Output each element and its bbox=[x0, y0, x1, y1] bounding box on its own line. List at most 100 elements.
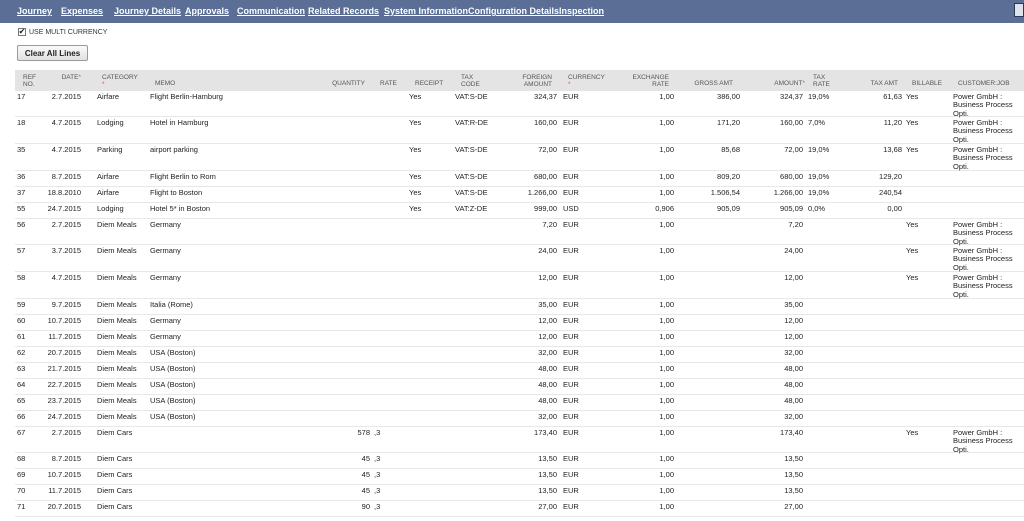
cell-currency[interactable]: EUR bbox=[563, 273, 593, 282]
col-header-amount[interactable]: AMOUNT* bbox=[755, 80, 805, 87]
cell-date[interactable]: 23.7.2015 bbox=[43, 396, 81, 405]
cell-amount[interactable]: 12,00 bbox=[750, 273, 803, 282]
cell-exchange-rate[interactable]: 1,00 bbox=[627, 172, 674, 181]
table-row[interactable]: 68 8.7.2015 Diem Cars 45 ,3 13,50 EUR 1,00 13,50 bbox=[15, 453, 1024, 469]
cell-currency[interactable]: EUR bbox=[563, 220, 593, 229]
cell-date[interactable]: 2.7.2015 bbox=[43, 220, 81, 229]
cell-foreign-amount[interactable]: 13,50 bbox=[515, 470, 557, 479]
cell-gross-amt[interactable]: 905,09 bbox=[685, 204, 740, 213]
col-header-quantity[interactable]: QUANTITY bbox=[320, 80, 365, 87]
cell-tax-code[interactable]: VAT:S-DE bbox=[455, 188, 515, 197]
cell-currency[interactable]: EUR bbox=[563, 172, 593, 181]
cell-currency[interactable]: EUR bbox=[563, 486, 593, 495]
cell-foreign-amount[interactable]: 24,00 bbox=[515, 246, 557, 255]
cell-foreign-amount[interactable]: 1.266,00 bbox=[515, 188, 557, 197]
cell-ref[interactable]: 60 bbox=[17, 316, 37, 325]
cell-tax-amt[interactable]: 13,68 bbox=[855, 145, 902, 154]
cell-category[interactable]: Diem Cars bbox=[97, 428, 149, 437]
cell-tax-rate[interactable]: 0,0% bbox=[808, 204, 848, 213]
tab-inspection[interactable]: Inspection bbox=[559, 6, 604, 16]
cell-exchange-rate[interactable]: 0,906 bbox=[627, 204, 674, 213]
cell-ref[interactable]: 64 bbox=[17, 380, 37, 389]
cell-date[interactable]: 3.7.2015 bbox=[43, 246, 81, 255]
cell-memo[interactable]: USA (Boston) bbox=[150, 412, 310, 421]
cell-exchange-rate[interactable]: 1,00 bbox=[627, 118, 674, 127]
cell-ref[interactable]: 71 bbox=[17, 502, 37, 511]
cell-date[interactable]: 4.7.2015 bbox=[43, 145, 81, 154]
col-header-rate[interactable]: RATE bbox=[380, 80, 397, 87]
cell-tax-amt[interactable]: 11,20 bbox=[855, 118, 902, 127]
cell-date[interactable]: 24.7.2015 bbox=[43, 412, 81, 421]
cell-tax-amt[interactable]: 240,54 bbox=[855, 188, 902, 197]
cell-currency[interactable]: USD bbox=[563, 204, 593, 213]
cell-memo[interactable]: USA (Boston) bbox=[150, 364, 310, 373]
cell-foreign-amount[interactable]: 32,00 bbox=[515, 348, 557, 357]
cell-quantity[interactable]: 45 bbox=[335, 470, 370, 479]
cell-tax-rate[interactable]: 7,0% bbox=[808, 118, 848, 127]
tab-journey[interactable]: Journey bbox=[17, 6, 52, 16]
table-row[interactable]: 57 3.7.2015 Diem Meals Germany 24,00 EUR 1,00 2… bbox=[15, 245, 1024, 272]
cell-category[interactable]: Airfare bbox=[97, 172, 149, 181]
multi-currency-checkbox[interactable]: ✔ bbox=[18, 28, 26, 36]
cell-ref[interactable]: 68 bbox=[17, 454, 37, 463]
cell-foreign-amount[interactable]: 324,37 bbox=[515, 92, 557, 101]
cell-rate[interactable]: ,3 bbox=[374, 454, 394, 463]
cell-date[interactable]: 10.7.2015 bbox=[43, 470, 81, 479]
cell-amount[interactable]: 48,00 bbox=[750, 364, 803, 373]
cell-exchange-rate[interactable]: 1,00 bbox=[627, 188, 674, 197]
cell-date[interactable]: 8.7.2015 bbox=[43, 454, 81, 463]
cell-tax-amt[interactable]: 129,20 bbox=[855, 172, 902, 181]
cell-amount[interactable]: 12,00 bbox=[750, 332, 803, 341]
cell-category[interactable]: Diem Meals bbox=[97, 412, 149, 421]
cell-billable[interactable]: Yes bbox=[906, 118, 936, 127]
cell-billable[interactable]: Yes bbox=[906, 428, 936, 437]
cell-exchange-rate[interactable]: 1,00 bbox=[627, 502, 674, 511]
cell-amount[interactable]: 48,00 bbox=[750, 396, 803, 405]
table-row[interactable]: 67 2.7.2015 Diem Cars 578 ,3 173,40 EUR 1,00 173… bbox=[15, 427, 1024, 453]
cell-date[interactable]: 11.7.2015 bbox=[43, 332, 81, 341]
cell-date[interactable]: 20.7.2015 bbox=[43, 348, 81, 357]
col-header-customer-job[interactable]: CUSTOMER:JOB bbox=[958, 80, 1010, 87]
tab-related-records[interactable]: Related Records bbox=[308, 6, 379, 16]
cell-foreign-amount[interactable]: 12,00 bbox=[515, 273, 557, 282]
cell-category[interactable]: Diem Cars bbox=[97, 486, 149, 495]
cell-memo[interactable]: Germany bbox=[150, 220, 310, 229]
cell-quantity[interactable]: 45 bbox=[335, 486, 370, 495]
cell-ref[interactable]: 70 bbox=[17, 486, 37, 495]
cell-exchange-rate[interactable]: 1,00 bbox=[627, 412, 674, 421]
cell-exchange-rate[interactable]: 1,00 bbox=[627, 380, 674, 389]
cell-ref[interactable]: 66 bbox=[17, 412, 37, 421]
cell-amount[interactable]: 27,00 bbox=[750, 502, 803, 511]
cell-foreign-amount[interactable]: 48,00 bbox=[515, 380, 557, 389]
cell-amount[interactable]: 13,50 bbox=[750, 470, 803, 479]
col-header-tax-rate[interactable]: TAX RATE bbox=[813, 74, 839, 88]
clear-all-lines-button[interactable]: Clear All Lines bbox=[17, 45, 88, 61]
col-header-foreign-amount[interactable]: FOREIGN AMOUNT bbox=[512, 74, 552, 88]
cell-exchange-rate[interactable]: 1,00 bbox=[627, 246, 674, 255]
cell-currency[interactable]: EUR bbox=[563, 470, 593, 479]
cell-tax-rate[interactable]: 19,0% bbox=[808, 92, 848, 101]
col-header-date[interactable]: DATE* bbox=[51, 74, 81, 81]
cell-tax-code[interactable]: VAT:S-DE bbox=[455, 172, 515, 181]
cell-date[interactable]: 8.7.2015 bbox=[43, 172, 81, 181]
col-header-category[interactable]: CATEGORY * bbox=[102, 74, 152, 88]
cell-foreign-amount[interactable]: 48,00 bbox=[515, 364, 557, 373]
table-row[interactable]: 64 22.7.2015 Diem Meals USA (Boston) 48,00 EU… bbox=[15, 379, 1024, 395]
cell-currency[interactable]: EUR bbox=[563, 396, 593, 405]
cell-exchange-rate[interactable]: 1,00 bbox=[627, 454, 674, 463]
cell-date[interactable]: 11.7.2015 bbox=[43, 486, 81, 495]
cell-date[interactable]: 9.7.2015 bbox=[43, 300, 81, 309]
cell-customer-job[interactable]: Power GmbH : Business Process Opti. bbox=[953, 118, 1023, 144]
cell-currency[interactable]: EUR bbox=[563, 502, 593, 511]
cell-quantity[interactable]: 90 bbox=[335, 502, 370, 511]
table-row[interactable]: 18 4.7.2015 Lodging Hotel in Hamburg Yes VAT:… bbox=[15, 117, 1024, 144]
col-header-ref-no[interactable]: REF NO. bbox=[23, 74, 37, 88]
cell-date[interactable]: 10.7.2015 bbox=[43, 316, 81, 325]
cell-category[interactable]: Diem Cars bbox=[97, 502, 149, 511]
cell-tax-code[interactable]: VAT:Z-DE bbox=[455, 204, 515, 213]
cell-receipt[interactable]: Yes bbox=[409, 92, 439, 101]
cell-currency[interactable]: EUR bbox=[563, 92, 593, 101]
table-row[interactable]: 63 21.7.2015 Diem Meals USA (Boston) 48,00 EU… bbox=[15, 363, 1024, 379]
cell-memo[interactable]: Italia (Rome) bbox=[150, 300, 310, 309]
table-row[interactable]: 37 18.8.2010 Airfare Flight to Boston Yes VAT… bbox=[15, 187, 1024, 203]
